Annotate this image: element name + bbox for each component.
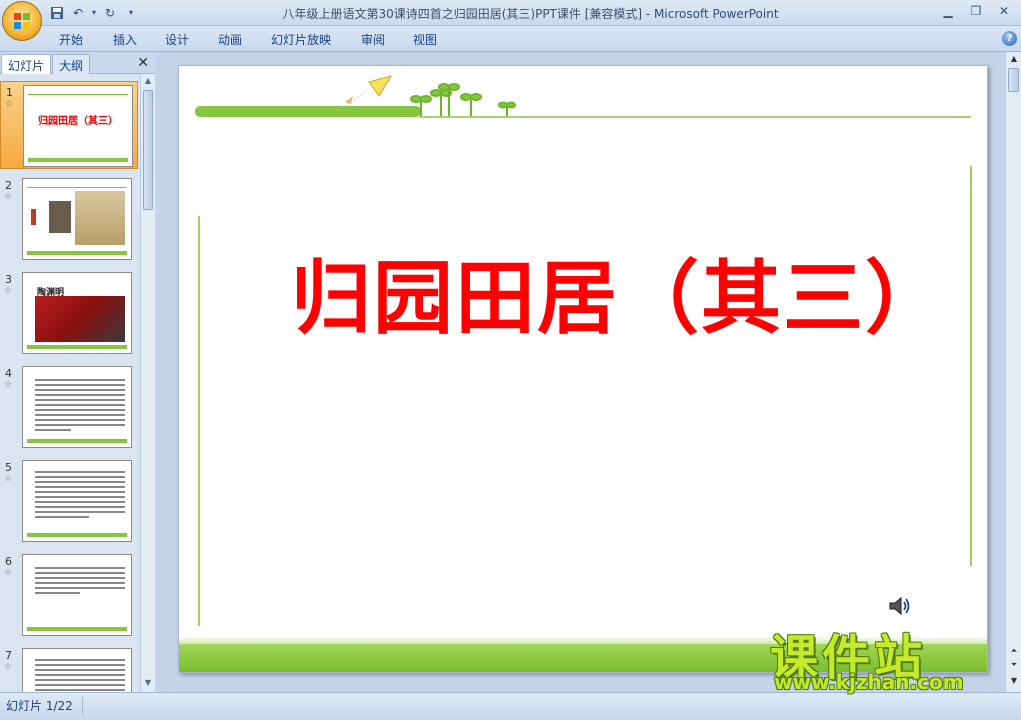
slide-thumbnail-4[interactable]: 4 ☆ (0, 363, 138, 451)
help-icon[interactable]: ? (1002, 31, 1017, 46)
scroll-down-icon[interactable]: ▼ (1009, 676, 1019, 685)
tab-home[interactable]: 开始 (59, 31, 83, 48)
decor-bar (27, 627, 127, 631)
slide-preview: 归园田居（其三） (23, 85, 133, 167)
slide-number: 1 (6, 86, 13, 99)
tab-design[interactable]: 设计 (165, 31, 189, 48)
decor-bar (28, 158, 128, 162)
slide-counter: 幻灯片 1/22 (6, 699, 73, 713)
thumb-text-lines (35, 659, 125, 692)
decor-bar (27, 439, 127, 443)
status-divider (82, 697, 83, 715)
current-slide[interactable]: 归园田居（其三） (178, 65, 988, 673)
slide-thumbnail-5[interactable]: 5 ☆ (0, 457, 138, 545)
speaker-icon[interactable] (887, 594, 913, 618)
scroll-up-icon[interactable]: ▲ (1009, 54, 1019, 63)
watermark-logo: 课件站 www.kjzhan.com (770, 618, 1006, 696)
slide-preview: 陶渊明 (22, 272, 132, 354)
scrollbar-thumb[interactable] (143, 90, 153, 210)
painting-image (75, 191, 125, 245)
slide-number: 3 (5, 273, 12, 286)
slide-preview (22, 554, 132, 636)
thumb-text-lines (35, 567, 125, 597)
title-bar: ↶ ▾ ↻ ▾ 八年级上册语文第30课诗四首之归园田居(其三)PPT课件 [兼容… (0, 0, 1021, 41)
decor-bar (27, 251, 127, 255)
document-title: 八年级上册语文第30课诗四首之归园田居(其三)PPT课件 [兼容模式] (282, 7, 643, 21)
minimize-icon[interactable]: ▁ (935, 2, 961, 20)
decor-line (27, 187, 127, 188)
animation-star-icon: ☆ (5, 99, 14, 109)
watermark-url: www.kjzhan.com (774, 670, 964, 694)
slide-thumbnail-1[interactable]: 1 ☆ 归园田居（其三） (0, 81, 138, 169)
slide-number: 4 (5, 367, 12, 380)
tab-animations[interactable]: 动画 (218, 31, 242, 48)
slide-editor: 归园田居（其三） (156, 52, 1005, 692)
scrollbar-thumb[interactable] (1008, 68, 1019, 92)
close-panel-icon[interactable]: ✕ (137, 55, 149, 71)
decor-bar (27, 345, 127, 349)
slide-decoration (195, 75, 972, 626)
slide-preview (22, 178, 132, 260)
slide-preview (22, 648, 132, 692)
editor-scrollbar[interactable]: ▲ ⏶ ⏷ ▼ (1005, 52, 1021, 692)
previous-slide-icon[interactable]: ⏶ (1009, 646, 1019, 656)
thumbnail-scrollbar[interactable]: ▲ ▼ (140, 74, 155, 692)
tab-outline[interactable]: 大纲 (52, 54, 91, 74)
app-name: Microsoft PowerPoint (654, 7, 779, 21)
scroll-up-icon[interactable]: ▲ (143, 76, 153, 88)
slide-title[interactable]: 归园田居（其三） (179, 234, 987, 350)
panel-tabs: 幻灯片 大纲 ✕ (0, 52, 155, 74)
next-slide-icon[interactable]: ⏷ (1009, 660, 1019, 670)
slide-number: 2 (5, 179, 12, 192)
animation-star-icon: ☆ (4, 192, 13, 202)
slide-thumbnail-6[interactable]: 6 ☆ (0, 551, 138, 639)
window-title: 八年级上册语文第30课诗四首之归园田居(其三)PPT课件 [兼容模式] - Mi… (0, 5, 1021, 22)
animation-star-icon: ☆ (4, 474, 13, 484)
slide-number: 6 (5, 555, 12, 568)
decor-bar (27, 533, 127, 537)
animation-star-icon: ☆ (4, 286, 13, 296)
animation-star-icon: ☆ (4, 568, 13, 578)
slide-preview (22, 460, 132, 542)
slide-thumbnail-3[interactable]: 3 ☆ 陶渊明 (0, 269, 138, 357)
slide-thumbnail-2[interactable]: 2 ☆ (0, 175, 138, 263)
animation-star-icon: ☆ (4, 662, 13, 672)
scroll-down-icon[interactable]: ▼ (143, 678, 153, 690)
slide-number: 7 (5, 649, 12, 662)
thumb-title: 归园田居（其三） (38, 116, 118, 127)
title-separator: - (642, 7, 655, 21)
slide-thumbnail-7[interactable]: 7 ☆ (0, 645, 138, 692)
slide-number: 5 (5, 461, 12, 474)
portrait-image (49, 201, 71, 233)
tab-slides[interactable]: 幻灯片 (1, 54, 52, 74)
close-icon[interactable]: ✕ (991, 2, 1017, 20)
slide-thumbnail-list: 1 ☆ 归园田居（其三） 2 ☆ 3 ☆ 陶渊明 4 ☆ 5 ☆ 6 ☆ 7 ☆ (0, 74, 140, 692)
slides-panel: 幻灯片 大纲 ✕ 1 ☆ 归园田居（其三） 2 ☆ 3 ☆ 陶渊明 4 ☆ 5 … (0, 52, 155, 692)
window-controls: ▁ ❐ ✕ (935, 2, 1017, 20)
restore-icon[interactable]: ❐ (963, 2, 989, 20)
animation-star-icon: ☆ (4, 380, 13, 390)
thumb-text-lines (35, 379, 125, 434)
thumb-text-mark (31, 209, 36, 225)
ribbon-tabs: 开始 插入 设计 动画 幻灯片放映 审阅 视图 ? (0, 26, 1021, 52)
tab-review[interactable]: 审阅 (361, 31, 385, 48)
tab-insert[interactable]: 插入 (113, 31, 137, 48)
tab-slideshow[interactable]: 幻灯片放映 (271, 31, 331, 48)
slide-preview (22, 366, 132, 448)
office-button[interactable] (2, 1, 42, 41)
status-bar: 幻灯片 1/22 (0, 692, 1021, 720)
decor-line (28, 94, 128, 95)
thumb-text-lines (35, 471, 125, 521)
content-image (35, 296, 125, 342)
tab-view[interactable]: 视图 (413, 31, 437, 48)
office-logo-icon (14, 13, 30, 29)
